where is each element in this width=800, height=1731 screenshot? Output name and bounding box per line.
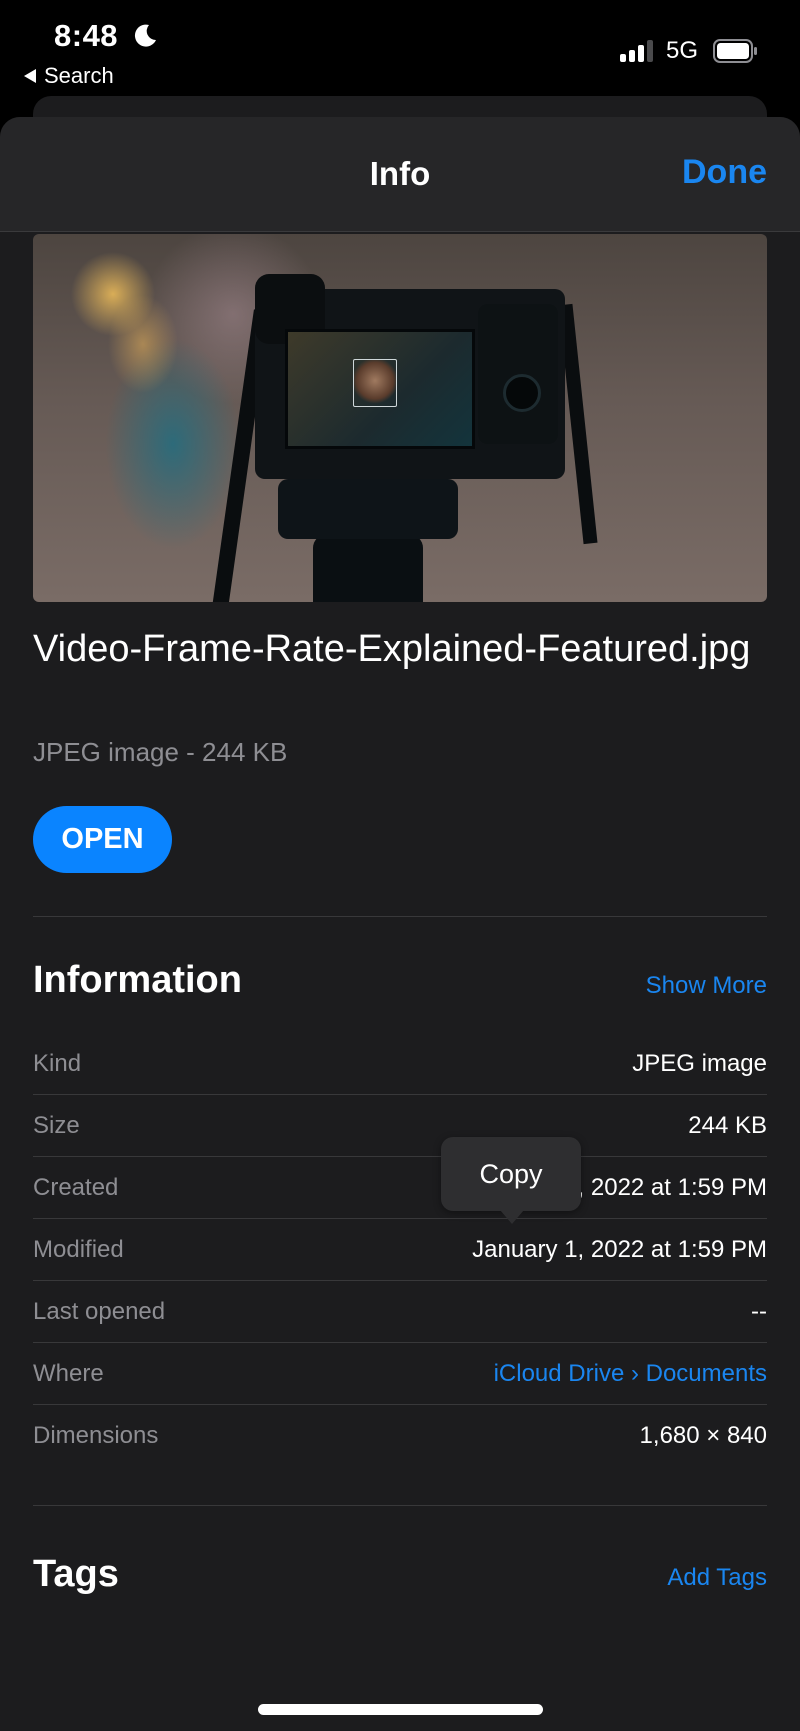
info-label: Created xyxy=(33,1173,119,1201)
tripod-head xyxy=(278,479,458,539)
sheet-header: Info Done xyxy=(0,117,800,232)
info-label: Modified xyxy=(33,1235,124,1263)
info-row-modified: Modified January 1, 2022 at 1:59 PM xyxy=(33,1219,767,1281)
divider xyxy=(33,1505,767,1506)
info-label: Size xyxy=(33,1111,80,1139)
back-app-label: Search xyxy=(44,63,114,88)
copy-popup-arrow xyxy=(500,1210,524,1224)
information-title: Information xyxy=(33,959,242,1001)
network-type: 5G xyxy=(666,37,699,64)
divider xyxy=(33,916,767,917)
tags-title: Tags xyxy=(33,1553,119,1595)
info-value: JPEG image xyxy=(632,1049,767,1077)
info-value: 244 KB xyxy=(688,1111,767,1139)
open-button[interactable]: OPEN xyxy=(33,806,172,873)
copy-menu-button[interactable]: Copy xyxy=(441,1137,581,1211)
info-row-last-opened: Last opened -- xyxy=(33,1281,767,1343)
info-label: Dimensions xyxy=(33,1422,159,1449)
info-row-created: Created January 1, 2022 at 1:59 PM xyxy=(33,1157,767,1219)
home-indicator[interactable] xyxy=(258,1704,543,1715)
clock: 8:48 xyxy=(54,18,119,53)
battery-icon xyxy=(713,39,757,63)
info-label: Where xyxy=(33,1359,104,1387)
info-value: -- xyxy=(751,1297,767,1325)
info-label: Kind xyxy=(33,1049,82,1077)
camera-dial xyxy=(503,374,541,412)
info-label: Last opened xyxy=(33,1297,166,1325)
done-button[interactable]: Done xyxy=(682,153,767,192)
file-subtitle: JPEG image - 244 KB xyxy=(33,737,288,767)
back-to-search-button[interactable]: Search xyxy=(24,63,114,89)
moon-icon xyxy=(134,24,156,47)
tripod-stem xyxy=(313,534,423,602)
info-row-size: Size 244 KB xyxy=(33,1095,767,1157)
info-sheet: Info Done Video-Frame-Rate-Explained-Fea… xyxy=(0,117,800,1731)
back-triangle-icon xyxy=(24,69,36,83)
add-tags-button[interactable]: Add Tags xyxy=(667,1564,767,1592)
status-bar: 8:48 Search 5G xyxy=(0,0,800,100)
info-row-kind: Kind JPEG image xyxy=(33,1033,767,1095)
info-value: 1,680 × 840 xyxy=(639,1422,767,1449)
file-name: Video-Frame-Rate-Explained-Featured.jpg xyxy=(33,628,751,670)
sheet-title: Info xyxy=(369,155,431,192)
info-row-where: Where iCloud Drive › Documents xyxy=(33,1343,767,1405)
info-row-dimensions: Dimensions 1,680 × 840 xyxy=(33,1405,767,1467)
show-more-button[interactable]: Show More xyxy=(646,972,767,1000)
image-preview[interactable] xyxy=(33,234,767,602)
cellular-signal-icon xyxy=(620,40,653,62)
location-link[interactable]: iCloud Drive › Documents xyxy=(494,1360,767,1388)
info-value: January 1, 2022 at 1:59 PM xyxy=(472,1235,767,1263)
face-detection-box xyxy=(353,359,397,407)
